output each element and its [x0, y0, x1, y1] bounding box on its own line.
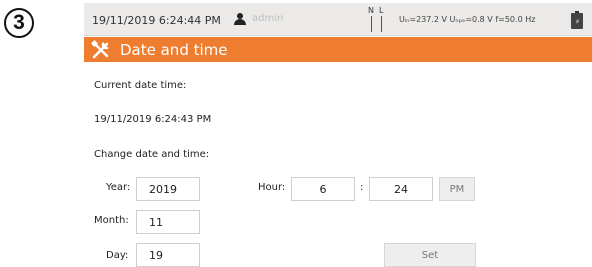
day-field[interactable]: 19	[136, 243, 200, 267]
year-field[interactable]: 2019	[136, 177, 200, 201]
change-datetime-label: Change date and time:	[94, 149, 210, 160]
status-datetime: 19/11/2019 6:24:44 PM	[92, 14, 221, 27]
month-label: Month:	[94, 215, 129, 226]
step-number-badge: 3	[4, 8, 34, 38]
month-field[interactable]: 11	[136, 210, 200, 234]
year-label: Year:	[106, 182, 131, 193]
tools-icon	[90, 39, 109, 58]
set-button[interactable]: Set	[384, 243, 476, 267]
user-name: admin	[252, 13, 284, 24]
current-datetime-label: Current date time:	[94, 80, 187, 91]
device-screen: 19/11/2019 6:24:44 PM admin N L Uₗₙ=237.…	[84, 0, 592, 267]
title-bar: Date and time	[84, 37, 592, 62]
phase-l-label: L	[379, 6, 384, 15]
am-pm-toggle[interactable]: PM	[439, 177, 475, 201]
measurement-readout: Uₗₙ=237.2 V Uₙₚₑ=0.8 V f=50.0 Hz	[399, 15, 536, 24]
phase-n-label: N	[368, 6, 374, 15]
status-bar: 19/11/2019 6:24:44 PM admin N L Uₗₙ=237.…	[84, 3, 592, 36]
time-separator: :	[360, 182, 364, 193]
day-label: Day:	[106, 250, 129, 261]
phase-indicator-icon: N L	[367, 6, 389, 34]
hour-label: Hour:	[258, 182, 286, 193]
page-title: Date and time	[120, 40, 228, 59]
hour-field[interactable]: 6	[291, 177, 355, 201]
minute-field[interactable]: 24	[369, 177, 433, 201]
user-icon	[234, 13, 246, 26]
battery-charging-icon: ⚡	[571, 11, 583, 29]
current-datetime-value: 19/11/2019 6:24:43 PM	[94, 114, 212, 125]
